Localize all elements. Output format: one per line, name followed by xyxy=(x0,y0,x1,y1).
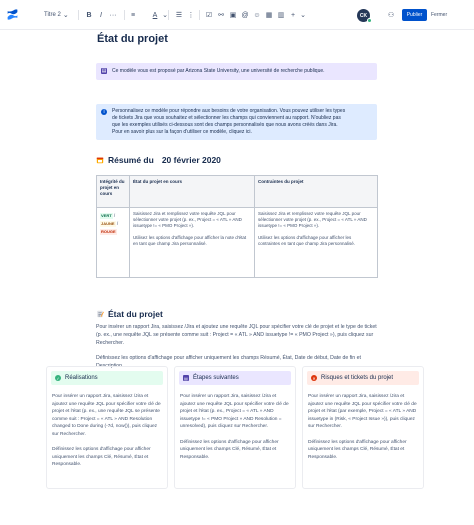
card-text: Pour insérer un rapport Jira, saisissez … xyxy=(52,394,161,437)
card-header: ▤ Étapes suivantes xyxy=(179,371,291,385)
layout-icon[interactable]: ▥ xyxy=(276,10,286,20)
link-icon[interactable]: ⚯ xyxy=(216,10,226,20)
text-style-label: Titre 2 xyxy=(44,12,61,18)
health-cell[interactable]: VERT / JAUNE / ROUGE xyxy=(96,207,130,278)
card-risks[interactable]: ✕ Risques et tickets du projet Pour insé… xyxy=(302,366,424,489)
info-panel[interactable]: i Personnalisez ce modèle pour répondre … xyxy=(96,104,377,140)
status-badge-green[interactable]: VERT xyxy=(100,213,113,219)
error-icon: ✕ xyxy=(311,375,317,381)
status-heading: État du projet xyxy=(96,309,163,319)
summary-date[interactable]: 20 février 2020 xyxy=(162,155,221,165)
text-color-icon[interactable]: A xyxy=(150,10,160,20)
check-icon: ✓ xyxy=(55,375,61,381)
table-header[interactable]: Contraintes du projet xyxy=(254,175,378,208)
cell-text: Saisissez Jira et remplissez votre requê… xyxy=(258,211,367,228)
table-header[interactable]: État du projet en cours xyxy=(129,175,255,208)
card-text: Définissez les options d'affichage pour … xyxy=(308,439,407,460)
more-formatting-icon[interactable]: ··· xyxy=(108,10,118,20)
cell-text: Saisissez Jira et remplissez votre requê… xyxy=(133,211,242,228)
table-header[interactable]: Intégrité du projet en cours xyxy=(96,175,130,208)
emoji-icon[interactable]: ☺ xyxy=(252,10,262,20)
card-header: ✓ Réalisations xyxy=(51,371,163,385)
status-heading-text: État du projet xyxy=(108,309,163,319)
status-badge-yellow[interactable]: JAUNE xyxy=(100,221,116,227)
summary-heading: Résumé du 20 février 2020 xyxy=(96,155,221,165)
chevron-down-icon: ⌄ xyxy=(62,12,69,19)
cell-text: Utilisez les options d'affichage pour af… xyxy=(133,235,247,246)
table-icon[interactable]: ▦ xyxy=(264,10,274,20)
card-next-steps[interactable]: ▤ Étapes suivantes Pour insérer un rappo… xyxy=(174,366,296,489)
avatar-initials: CK xyxy=(359,12,368,19)
editor-toolbar: Titre 2 ⌄ B I ··· ≡ A ⌄ ☰ ⋮ ☑ ⚯ ▣ @ ☺ ▦ … xyxy=(0,0,474,30)
status-table: Intégrité du projet en cours État du pro… xyxy=(96,175,378,278)
text-style-dropdown[interactable]: Titre 2 ⌄ xyxy=(44,0,71,30)
card-title: Étapes suivantes xyxy=(193,375,239,381)
card-title: Risques et tickets du projet xyxy=(321,375,394,381)
numbered-list-icon[interactable]: ⋮ xyxy=(186,10,196,20)
info-panel-text: Personnalisez ce modèle pour répondre au… xyxy=(112,108,345,136)
note-icon: ▤ xyxy=(101,68,107,74)
page-title[interactable]: État du projet xyxy=(97,33,168,45)
card-title: Réalisations xyxy=(65,375,98,381)
note-panel-text: Ce modèle vous est proposé par Arizona S… xyxy=(112,68,325,74)
status-badge-red[interactable]: ROUGE xyxy=(100,229,117,235)
invite-user-icon[interactable]: ⚇ xyxy=(386,10,396,20)
card-body: Pour insérer un rapport Jira, saisissez … xyxy=(52,393,164,469)
info-link[interactable]: Pour en savoir plus sur la façon d'utili… xyxy=(112,129,345,136)
presence-dot xyxy=(367,18,372,23)
action-item-icon[interactable]: ☑ xyxy=(204,10,214,20)
card-text: Définissez les options d'affichage pour … xyxy=(180,439,279,460)
calendar-icon xyxy=(96,157,104,164)
memo-icon xyxy=(97,310,104,318)
publish-button[interactable]: Publier xyxy=(402,9,427,21)
chevron-down-icon: ⌄ xyxy=(300,12,306,19)
table-row: VERT / JAUNE / ROUGE Saisissez Jira et r… xyxy=(96,207,378,278)
image-icon[interactable]: ▣ xyxy=(228,10,238,20)
card-body: Pour insérer un rapport Jira, saisissez … xyxy=(180,393,292,461)
italic-icon[interactable]: I xyxy=(96,10,106,20)
info-line: Personnalisez ce modèle pour répondre au… xyxy=(112,108,346,114)
card-header: ✕ Risques et tickets du projet xyxy=(307,371,419,385)
cell-text: Utilisez les options d'affichage pour af… xyxy=(258,235,356,246)
mention-icon[interactable]: @ xyxy=(240,10,250,20)
close-button[interactable]: Fermer xyxy=(431,9,447,21)
confluence-logo[interactable] xyxy=(6,8,19,21)
status-cell[interactable]: Saisissez Jira et remplissez votre requê… xyxy=(129,207,255,278)
card-body: Pour insérer un rapport Jira, saisissez … xyxy=(308,393,420,461)
info-icon: i xyxy=(101,109,107,115)
card-achievements[interactable]: ✓ Réalisations Pour insérer un rapport J… xyxy=(46,366,168,489)
card-text: Pour insérer un rapport Jira, saisissez … xyxy=(180,394,289,429)
table-header-row: Intégrité du projet en cours État du pro… xyxy=(96,175,378,208)
bullet-list-icon[interactable]: ☰ xyxy=(174,10,184,20)
status-paragraph[interactable]: Pour insérer un rapport Jira, saisissez … xyxy=(96,323,381,347)
insert-plus-icon[interactable]: + xyxy=(288,10,298,20)
info-line: de tickets Jira que vous souhaitez et sé… xyxy=(112,115,341,121)
note-icon: ▤ xyxy=(183,375,189,381)
info-line: que les exemples utilisés ci-dessous son… xyxy=(112,122,338,128)
summary-heading-prefix: Résumé du xyxy=(108,155,154,165)
card-text: Pour insérer un rapport Jira, saisissez … xyxy=(308,394,417,429)
align-left-icon[interactable]: ≡ xyxy=(128,10,138,20)
bold-icon[interactable]: B xyxy=(84,10,94,20)
constraints-cell[interactable]: Saisissez Jira et remplissez votre requê… xyxy=(254,207,378,278)
note-panel[interactable]: ▤ Ce modèle vous est proposé par Arizona… xyxy=(96,63,377,80)
card-text: Définissez les options d'affichage pour … xyxy=(52,447,151,467)
